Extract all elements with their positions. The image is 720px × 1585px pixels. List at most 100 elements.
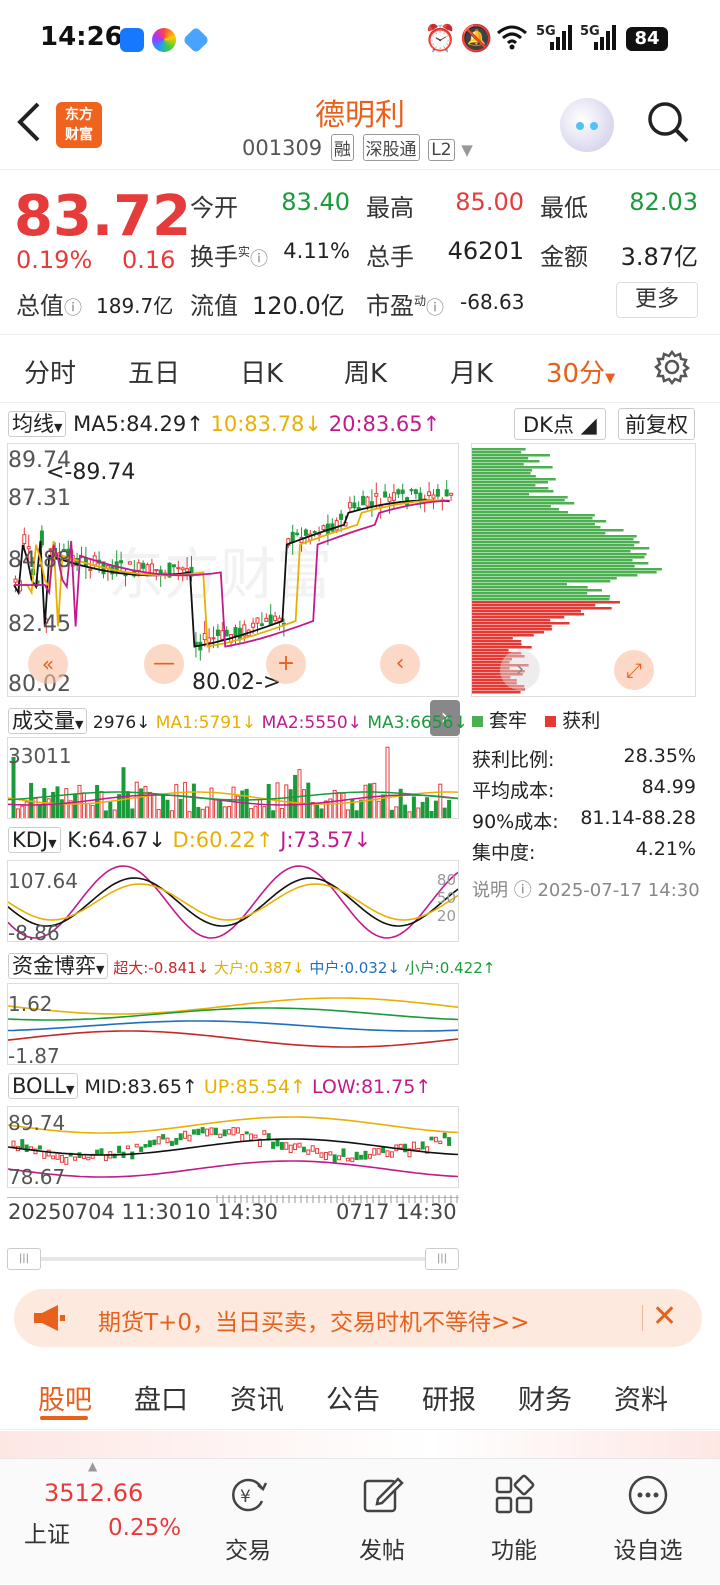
volume-chart[interactable]: 33011 [7,737,459,819]
nav-post[interactable]: 发帖 [332,1459,432,1585]
candle [347,502,352,509]
candle [356,507,361,510]
range-handle-left[interactable]: ||| [7,1248,41,1270]
kdj-selector[interactable]: KDJ▼ [8,827,61,853]
candle [176,567,181,570]
kdj-chart[interactable]: 107.64 -8.86 80 50 20 [7,860,459,942]
volume-bar [319,808,324,818]
boll-candle [183,1130,188,1139]
chip-bar [472,490,554,493]
volume-bar [332,789,337,818]
volume-selector[interactable]: 成交量▼ [8,708,88,734]
candle [251,622,256,628]
price-tick-3: 84.88 [8,548,71,573]
candle [127,561,132,565]
candle [396,489,401,495]
range-handle-right[interactable]: ||| [425,1248,459,1270]
chip-bar [472,481,548,484]
scroll-left-fast-button[interactable]: « [28,644,68,684]
kline-chart[interactable]: 东方财富 89.74 87.31 84.88 82.45 80.02 <-89.… [7,443,459,697]
tab-intraday[interactable]: 分时 [24,353,76,390]
volume-bar [90,804,95,818]
adjust-button[interactable]: 前复权 [618,408,695,440]
tab-profile[interactable]: 资料 [614,1378,668,1417]
nav-functions[interactable]: 功能 [464,1459,564,1585]
fund-chart[interactable]: 1.62 -1.87 [7,983,459,1065]
volume-bar [367,783,372,818]
volume-bar [15,808,20,818]
zoom-out-button[interactable]: — [144,644,184,684]
tab-day-k[interactable]: 日K [240,353,283,390]
index-value: 3512.66 [44,1479,144,1507]
boll-selector[interactable]: BOLL▼ [8,1073,79,1099]
boll-candle [51,1155,56,1160]
boll-chart[interactable]: 89.74 78.67 [7,1106,459,1188]
tab-finance[interactable]: 财务 [518,1378,572,1417]
range-scrollbar[interactable]: ||| ||| [7,1248,459,1270]
boll-candle [209,1127,214,1135]
boll-candle [328,1151,333,1156]
open-value: 83.40 [281,188,350,216]
volume-bar [447,799,452,818]
fund-selector[interactable]: 资金博弈▼ [8,953,109,979]
app-notification-icon [120,28,144,52]
pe-value: -68.63 [460,290,525,314]
tab-week-k[interactable]: 周K [344,353,387,390]
expand-icon[interactable]: ⤢ [614,650,654,690]
tab-announcements[interactable]: 公告 [326,1378,380,1417]
volume-bar [178,798,183,818]
more-button[interactable]: 更多 [616,282,698,318]
boll-candle [363,1150,368,1160]
boll-tick-high: 89.74 [8,1111,66,1135]
chip-next-icon[interactable]: › [500,650,540,690]
boll-candle [178,1133,183,1141]
assistant-robot-icon[interactable] [560,98,614,152]
boll-candle [284,1142,289,1150]
chip-bar [472,568,662,571]
index-ticker[interactable]: ▲ 3512.66 上证 0.25% [0,1459,190,1585]
chip-stat-row: 集中度: 4.21% [472,838,696,864]
chip-bar [472,550,631,553]
fund-line [8,1030,458,1048]
promo-banner[interactable]: 期货T+0，当日买卖，交易时机不等待>> ✕ [14,1289,702,1347]
time-label-mid: 10 14:30 [184,1200,278,1224]
chip-note[interactable]: 说明 ⓘ 2025-07-17 14:30 [472,876,700,902]
tab-five-day[interactable]: 五日 [128,353,180,390]
volume-bar [372,782,377,818]
status-bar: 14:26 ⏰ 🔕 5G 5G 84 [0,0,720,78]
scroll-left-button[interactable]: ‹ [380,644,420,684]
boll-candle [447,1137,452,1146]
boll-candle [86,1156,91,1161]
tab-month-k[interactable]: 月K [450,353,493,390]
candle [268,614,273,626]
pe-label: 市盈动ⓘ [366,292,445,320]
tab-research[interactable]: 研报 [422,1378,476,1417]
tab-30min[interactable]: 30分▼ [546,353,615,390]
candle [444,489,449,497]
chip-bar [472,466,553,469]
stock-code-row[interactable]: 001309 融 深股通 L2 ▼ [242,134,473,161]
chip-bar [472,637,513,640]
tab-news[interactable]: 资讯 [230,1378,284,1417]
nav-add-watchlist[interactable]: 设自选 [598,1459,698,1585]
zoom-in-button[interactable]: + [266,644,306,684]
price-tick-2: 87.31 [8,486,71,511]
tab-guba[interactable]: 股吧 [38,1378,92,1417]
boll-candle [301,1146,306,1153]
close-icon[interactable]: ✕ [652,1299,677,1334]
stock-header: 东方 财富 德明利 001309 融 深股通 L2 ▼ [0,78,720,170]
tab-pankou[interactable]: 盘口 [134,1378,188,1417]
boll-candle [293,1143,298,1151]
settings-gear-icon[interactable] [654,349,691,389]
candle [171,564,176,568]
search-icon[interactable] [646,100,690,144]
chip-bar [472,454,551,457]
candle [290,531,295,543]
volume-bar [297,769,302,818]
volume-bar [271,810,276,818]
nav-trade[interactable]: ¥ 交易 [198,1459,298,1585]
dk-point-button[interactable]: DK点 ◢ [514,408,606,440]
volume-bar [429,810,434,818]
ma-selector[interactable]: 均线▼ [8,411,67,437]
volume-bar [191,783,196,818]
